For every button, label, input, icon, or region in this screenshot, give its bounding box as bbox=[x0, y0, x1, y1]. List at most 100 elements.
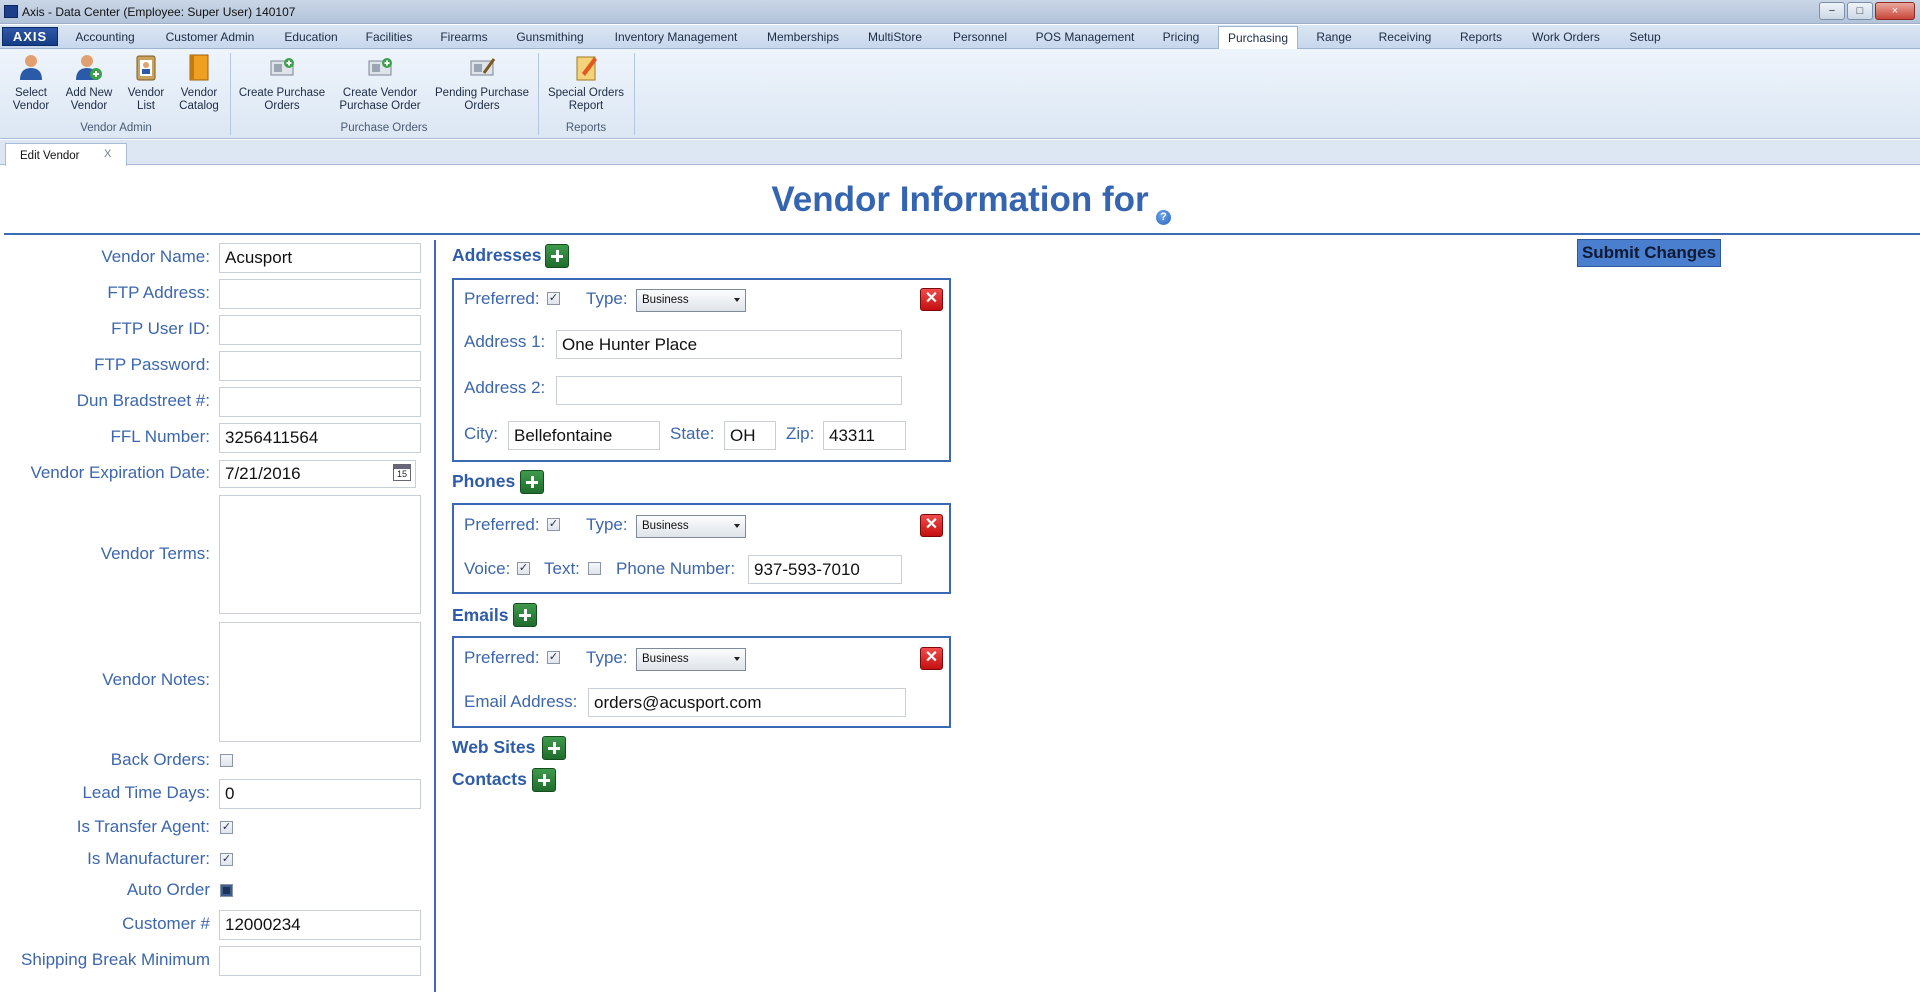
delete-email-button[interactable]: ✕ bbox=[920, 647, 943, 670]
back-orders-label: Back Orders: bbox=[110, 750, 210, 769]
calendar-icon[interactable]: 15 bbox=[393, 464, 411, 481]
tab-edit-vendor-label: Edit Vendor bbox=[20, 150, 80, 162]
maximize-button[interactable]: □ bbox=[1847, 2, 1873, 20]
shipping-break-min-input[interactable] bbox=[219, 946, 421, 976]
voice-checkbox[interactable]: ✓ bbox=[517, 562, 530, 575]
back-orders-checkbox[interactable] bbox=[220, 754, 233, 767]
phone-type-label: Type: bbox=[586, 515, 628, 534]
tab-accounting[interactable]: Accounting bbox=[66, 29, 144, 49]
person-icon bbox=[17, 53, 45, 81]
tab-work-orders[interactable]: Work Orders bbox=[1524, 29, 1608, 49]
contacts-heading: Contacts bbox=[452, 769, 527, 789]
auto-order-label: Auto Order bbox=[126, 880, 210, 899]
tab-firearms[interactable]: Firearms bbox=[434, 29, 494, 49]
add-web-site-button[interactable] bbox=[542, 736, 566, 760]
dun-bradstreet-input[interactable] bbox=[219, 387, 421, 417]
address-preferred-checkbox[interactable]: ✓ bbox=[547, 292, 560, 305]
submit-changes-button[interactable]: Submit Changes bbox=[1577, 239, 1721, 267]
phone-preferred-checkbox[interactable]: ✓ bbox=[547, 518, 560, 531]
ftp-password-input[interactable] bbox=[219, 351, 421, 381]
ftp-password-label: FTP Password: bbox=[94, 355, 210, 374]
tab-gunsmithing[interactable]: Gunsmithing bbox=[508, 29, 592, 49]
zip-input[interactable] bbox=[823, 421, 906, 450]
vendor-notes-textarea[interactable] bbox=[219, 622, 421, 742]
tab-pos-management[interactable]: POS Management bbox=[1030, 29, 1140, 49]
address-type-select[interactable]: Business bbox=[636, 289, 746, 312]
ffl-number-input[interactable] bbox=[219, 423, 421, 453]
tab-inventory-management[interactable]: Inventory Management bbox=[604, 29, 748, 49]
minimize-button[interactable]: − bbox=[1819, 2, 1845, 20]
ftp-address-input[interactable] bbox=[219, 279, 421, 309]
report-pencil-icon bbox=[572, 53, 600, 81]
pending-purchase-orders-button[interactable]: Pending Purchase Orders bbox=[432, 53, 532, 113]
customer-number-label: Customer # bbox=[122, 914, 210, 933]
address2-input[interactable] bbox=[556, 376, 902, 405]
transfer-agent-checkbox[interactable]: ✓ bbox=[220, 821, 233, 834]
select-vendor-button[interactable]: Select Vendor bbox=[6, 53, 56, 113]
email-address-input[interactable] bbox=[588, 688, 906, 717]
tab-receiving[interactable]: Receiving bbox=[1372, 29, 1438, 49]
tab-facilities[interactable]: Facilities bbox=[358, 29, 420, 49]
vendor-list-button[interactable]: Vendor List bbox=[122, 53, 170, 113]
shipping-break-min-label: Shipping Break Minimum bbox=[21, 950, 210, 969]
address2-label: Address 2: bbox=[464, 378, 546, 397]
vendor-list-label-2: List bbox=[137, 100, 155, 112]
tab-memberships[interactable]: Memberships bbox=[760, 29, 846, 49]
help-icon[interactable]: ? bbox=[1156, 210, 1171, 225]
ribbon-separator bbox=[538, 53, 539, 135]
delete-address-button[interactable]: ✕ bbox=[920, 288, 943, 311]
auto-order-checkbox[interactable] bbox=[220, 884, 233, 897]
add-new-vendor-button[interactable]: Add New Vendor bbox=[62, 53, 116, 113]
vendor-catalog-label-1: Vendor bbox=[180, 87, 218, 99]
create-vendor-order-icon bbox=[366, 53, 394, 81]
tab-personnel[interactable]: Personnel bbox=[944, 29, 1016, 49]
add-address-button[interactable] bbox=[545, 244, 569, 268]
address1-input[interactable] bbox=[556, 330, 902, 359]
tab-reports[interactable]: Reports bbox=[1452, 29, 1510, 49]
lead-time-days-input[interactable] bbox=[219, 779, 421, 809]
tab-purchasing[interactable]: Purchasing bbox=[1218, 26, 1298, 50]
phone-number-input[interactable] bbox=[748, 555, 902, 584]
email-type-value: Business bbox=[642, 653, 689, 665]
close-tab-button[interactable]: X bbox=[104, 148, 111, 160]
axis-logo[interactable]: AXIS bbox=[2, 27, 58, 46]
title-divider bbox=[4, 233, 1920, 235]
delete-phone-button[interactable]: ✕ bbox=[920, 514, 943, 537]
text-label: Text: bbox=[544, 559, 580, 578]
create-vendor-po-label-2: Purchase Order bbox=[339, 100, 421, 112]
email-type-select[interactable]: Business bbox=[636, 648, 746, 671]
vendor-terms-textarea[interactable] bbox=[219, 495, 421, 614]
add-phone-button[interactable] bbox=[520, 470, 544, 494]
select-vendor-label-2: Vendor bbox=[12, 100, 50, 112]
email-preferred-checkbox[interactable]: ✓ bbox=[547, 651, 560, 664]
tab-pricing[interactable]: Pricing bbox=[1152, 29, 1210, 49]
ftp-user-id-input[interactable] bbox=[219, 315, 421, 345]
tab-customer-admin[interactable]: Customer Admin bbox=[156, 29, 264, 49]
tab-edit-vendor[interactable]: Edit Vendor X bbox=[5, 143, 127, 166]
phone-preferred-label: Preferred: bbox=[464, 515, 540, 534]
tab-setup[interactable]: Setup bbox=[1620, 29, 1670, 49]
tab-education[interactable]: Education bbox=[276, 29, 346, 49]
tab-range[interactable]: Range bbox=[1306, 29, 1362, 49]
customer-number-input[interactable] bbox=[219, 910, 421, 940]
email-preferred-label: Preferred: bbox=[464, 648, 540, 667]
address1-label: Address 1: bbox=[464, 332, 546, 351]
add-email-button[interactable] bbox=[513, 603, 537, 627]
create-vendor-po-label-1: Create Vendor bbox=[342, 87, 418, 99]
create-vendor-purchase-order-button[interactable]: Create Vendor Purchase Order bbox=[334, 53, 426, 113]
tab-multistore[interactable]: MultiStore bbox=[860, 29, 930, 49]
vendor-catalog-button[interactable]: Vendor Catalog bbox=[174, 53, 224, 113]
is-manufacturer-checkbox[interactable]: ✓ bbox=[220, 853, 233, 866]
app-icon bbox=[4, 5, 18, 18]
zip-label: Zip: bbox=[786, 424, 815, 443]
state-input[interactable] bbox=[724, 421, 776, 450]
text-checkbox[interactable] bbox=[588, 562, 601, 575]
vendor-name-input[interactable] bbox=[219, 243, 421, 273]
city-input[interactable] bbox=[508, 421, 660, 450]
special-orders-report-button[interactable]: Special Orders Report bbox=[542, 53, 630, 113]
phone-type-select[interactable]: Business bbox=[636, 515, 746, 538]
add-contact-button[interactable] bbox=[532, 768, 556, 792]
close-window-button[interactable]: × bbox=[1875, 2, 1915, 20]
expiration-date-input[interactable] bbox=[219, 460, 416, 488]
create-purchase-orders-button[interactable]: Create Purchase Orders bbox=[236, 53, 328, 113]
